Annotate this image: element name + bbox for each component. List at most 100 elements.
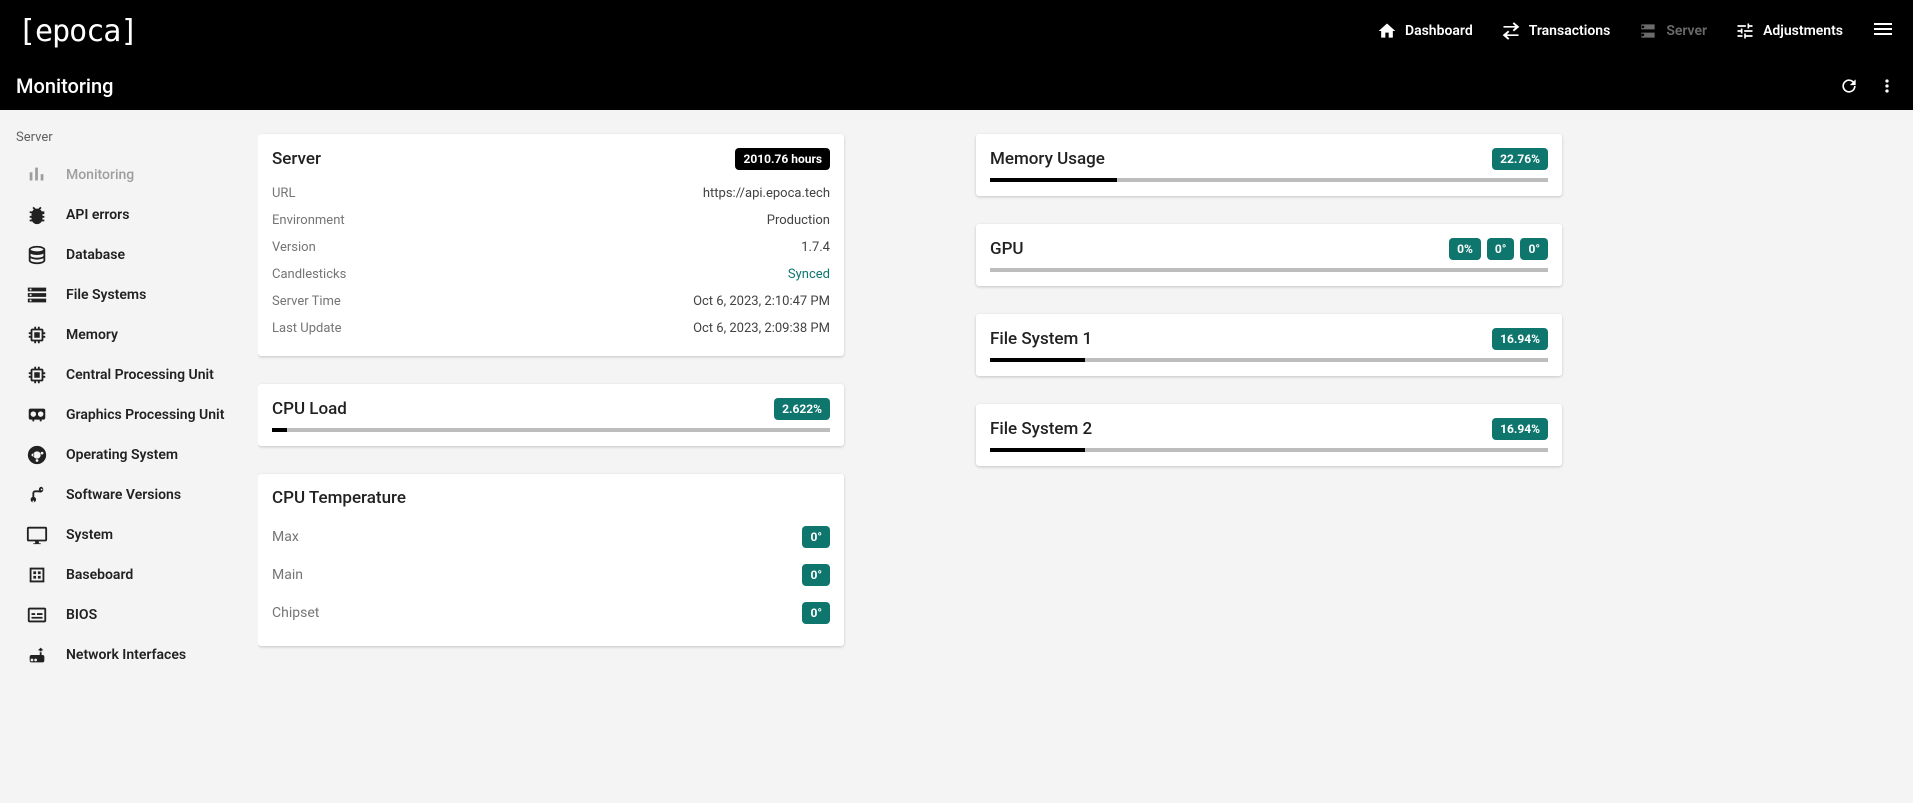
fs2-progress bbox=[990, 448, 1548, 452]
fs2-card[interactable]: File System 2 16.94% bbox=[976, 404, 1562, 466]
sidebar-item-os[interactable]: Operating System bbox=[14, 435, 258, 475]
temp-badge: 0° bbox=[802, 602, 830, 624]
sidebar-heading: Server bbox=[14, 124, 258, 155]
storage-icon bbox=[26, 284, 48, 306]
cpu-load-badge: 2.622% bbox=[774, 398, 830, 420]
gpu-badges: 0% 0° 0° bbox=[1449, 238, 1548, 260]
sidebar-item-label: Software Versions bbox=[66, 487, 181, 503]
sidebar-item-database[interactable]: Database bbox=[14, 235, 258, 275]
server-card[interactable]: Server 2010.76 hours URL https://api.epoc… bbox=[258, 134, 844, 356]
menu-button[interactable] bbox=[1871, 17, 1895, 45]
bios-icon bbox=[26, 604, 48, 626]
kv-key: Main bbox=[272, 567, 303, 583]
menu-icon bbox=[1871, 17, 1895, 41]
sidebar-item-baseboard[interactable]: Baseboard bbox=[14, 555, 258, 595]
bug-icon bbox=[26, 204, 48, 226]
sidebar-item-software[interactable]: Software Versions bbox=[14, 475, 258, 515]
sidebar-item-label: Network Interfaces bbox=[66, 647, 186, 663]
progress-fill bbox=[990, 358, 1085, 362]
home-icon bbox=[1377, 21, 1397, 41]
server-icon bbox=[1638, 21, 1658, 41]
kv-value: https://api.epoca.tech bbox=[703, 186, 830, 201]
gpu-progress bbox=[990, 268, 1548, 272]
kv-key: Max bbox=[272, 529, 299, 545]
card-title: CPU Load bbox=[272, 399, 347, 419]
more-vert-icon[interactable] bbox=[1877, 76, 1897, 96]
swap-icon bbox=[1501, 21, 1521, 41]
cpu-icon bbox=[26, 364, 48, 386]
memory-card[interactable]: Memory Usage 22.76% bbox=[976, 134, 1562, 196]
board-icon bbox=[26, 564, 48, 586]
nav-label: Dashboard bbox=[1405, 23, 1473, 39]
page-title: Monitoring bbox=[16, 74, 113, 98]
progress-fill bbox=[990, 448, 1085, 452]
nav-adjustments[interactable]: Adjustments bbox=[1735, 21, 1843, 41]
subheader: Monitoring bbox=[0, 62, 1913, 110]
tune-icon bbox=[1735, 21, 1755, 41]
page-actions bbox=[1839, 76, 1897, 96]
sidebar-item-api-errors[interactable]: API errors bbox=[14, 195, 258, 235]
fs2-badge: 16.94% bbox=[1492, 418, 1548, 440]
gpu-icon bbox=[26, 404, 48, 426]
fs1-card[interactable]: File System 1 16.94% bbox=[976, 314, 1562, 376]
kv-key: Server Time bbox=[272, 294, 341, 309]
cpu-load-progress bbox=[272, 428, 830, 432]
branch-icon bbox=[26, 484, 48, 506]
cpu-temp-card[interactable]: CPU Temperature Max 0° Main 0° Chipset 0° bbox=[258, 474, 844, 646]
cpu-load-card[interactable]: CPU Load 2.622% bbox=[258, 384, 844, 446]
gpu-badge-temp2: 0° bbox=[1520, 238, 1548, 260]
card-title: Server bbox=[272, 149, 321, 169]
kv-key: Version bbox=[272, 240, 316, 255]
sidebar-item-label: API errors bbox=[66, 207, 129, 223]
sidebar-item-label: Graphics Processing Unit bbox=[66, 407, 224, 423]
sidebar-item-filesystems[interactable]: File Systems bbox=[14, 275, 258, 315]
sidebar-item-monitoring[interactable]: Monitoring bbox=[14, 155, 258, 195]
kv-value: Synced bbox=[788, 267, 830, 282]
sidebar-item-label: Operating System bbox=[66, 447, 178, 463]
kv-value: Oct 6, 2023, 2:10:47 PM bbox=[693, 294, 830, 309]
sidebar-item-label: Central Processing Unit bbox=[66, 367, 214, 383]
kv-key: Candlesticks bbox=[272, 267, 346, 282]
temp-badge: 0° bbox=[802, 564, 830, 586]
gpu-badge-temp1: 0° bbox=[1487, 238, 1515, 260]
kv-key: Environment bbox=[272, 213, 345, 228]
kv-key: URL bbox=[272, 186, 295, 201]
temp-badge: 0° bbox=[802, 526, 830, 548]
kv-value: Oct 6, 2023, 2:09:38 PM bbox=[693, 321, 830, 336]
bar-chart-icon bbox=[26, 164, 48, 186]
ubuntu-icon bbox=[26, 444, 48, 466]
sidebar-item-system[interactable]: System bbox=[14, 515, 258, 555]
sidebar-item-label: Monitoring bbox=[66, 167, 134, 183]
card-title: File System 1 bbox=[990, 329, 1092, 349]
nav-dashboard[interactable]: Dashboard bbox=[1377, 21, 1473, 41]
nav-label: Server bbox=[1666, 23, 1707, 39]
card-title: GPU bbox=[990, 239, 1024, 259]
router-icon bbox=[26, 644, 48, 666]
gpu-badge-load: 0% bbox=[1449, 238, 1481, 260]
sidebar-item-label: BIOS bbox=[66, 607, 97, 623]
card-title: CPU Temperature bbox=[272, 488, 406, 508]
sidebar: Server Monitoring API errors Database Fi… bbox=[0, 110, 258, 803]
sidebar-item-gpu[interactable]: Graphics Processing Unit bbox=[14, 395, 258, 435]
top-nav: Dashboard Transactions Server Adjustment… bbox=[1377, 17, 1895, 45]
nav-server[interactable]: Server bbox=[1638, 21, 1707, 41]
sidebar-item-label: Baseboard bbox=[66, 567, 133, 583]
brand-logo[interactable]: [epoca] bbox=[18, 14, 137, 49]
monitor-icon bbox=[26, 524, 48, 546]
progress-fill bbox=[990, 178, 1117, 182]
gpu-card[interactable]: GPU 0% 0° 0° bbox=[976, 224, 1562, 286]
nav-transactions[interactable]: Transactions bbox=[1501, 21, 1611, 41]
sidebar-item-bios[interactable]: BIOS bbox=[14, 595, 258, 635]
uptime-badge: 2010.76 hours bbox=[735, 148, 830, 170]
database-icon bbox=[26, 244, 48, 266]
kv-value: 1.7.4 bbox=[801, 240, 830, 255]
sidebar-item-memory[interactable]: Memory bbox=[14, 315, 258, 355]
sidebar-item-cpu[interactable]: Central Processing Unit bbox=[14, 355, 258, 395]
kv-key: Chipset bbox=[272, 605, 319, 621]
memory-badge: 22.76% bbox=[1492, 148, 1548, 170]
fs1-progress bbox=[990, 358, 1548, 362]
card-title: Memory Usage bbox=[990, 149, 1105, 169]
kv-value: Production bbox=[767, 213, 830, 228]
sidebar-item-network[interactable]: Network Interfaces bbox=[14, 635, 258, 675]
refresh-icon[interactable] bbox=[1839, 76, 1859, 96]
